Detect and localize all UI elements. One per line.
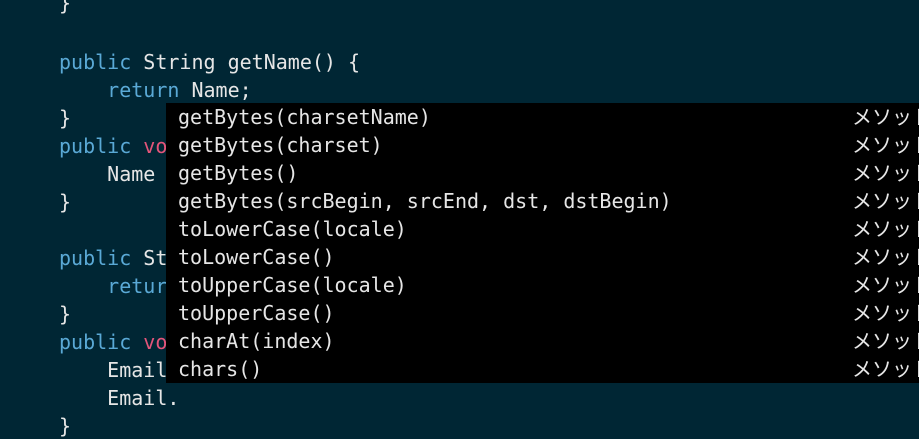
keyword-token: return (107, 78, 180, 102)
code-token: String getName() { (131, 50, 361, 74)
code-line[interactable]: public vo (59, 132, 167, 160)
completion-item-kind: メソッド (852, 357, 919, 381)
keyword-token: public (59, 50, 132, 74)
code-token: } (59, 302, 72, 326)
code-line[interactable]: public vo (59, 328, 167, 356)
autocomplete-popup: getBytes(charsetName)メソッドgetBytes(charse… (166, 103, 919, 383)
keyword-token: public (59, 246, 132, 270)
completion-item[interactable]: getBytes(charsetName) メソッド (166, 103, 919, 131)
code-line[interactable]: Name (59, 160, 155, 188)
completion-item[interactable]: getBytes(srcBegin, srcEnd, dst, dstBegin… (166, 187, 919, 215)
code-token: St (131, 246, 168, 270)
completion-item[interactable]: chars() メソッド (166, 355, 919, 383)
completion-item-kind: メソッド (852, 329, 919, 353)
completion-item-label: chars() (178, 357, 263, 381)
code-token: Email (107, 358, 168, 382)
completion-item-label: getBytes() (178, 161, 299, 185)
keyword-token: public (59, 134, 132, 158)
keyword-token: retur (107, 274, 168, 298)
completion-item-kind: メソッド (852, 301, 919, 325)
code-token: } (59, 0, 72, 15)
keyword-token: vo (143, 134, 168, 158)
code-line[interactable]: } (59, 188, 71, 216)
completion-item-kind: メソッド (852, 161, 919, 185)
code-token: Name; (179, 78, 252, 102)
completion-item-label: toLowerCase() (178, 245, 335, 269)
completion-item-label: toLowerCase(locale) (178, 217, 407, 241)
completion-item-kind: メソッド (852, 217, 919, 241)
completion-item[interactable]: toLowerCase(locale) メソッド (166, 215, 919, 243)
code-token: } (59, 106, 72, 130)
code-line[interactable]: public St (59, 244, 167, 272)
completion-item[interactable]: charAt(index) メソッド (166, 327, 919, 355)
completion-item[interactable]: getBytes() メソッド (166, 159, 919, 187)
completion-item-label: toUpperCase() (178, 301, 335, 325)
code-line[interactable]: } (59, 0, 71, 17)
completion-item-kind: メソッド (852, 133, 919, 157)
code-token: Name (107, 162, 156, 186)
completion-item-label: getBytes(charsetName) (178, 105, 431, 129)
keyword-token: public (59, 330, 132, 354)
completion-item-label: getBytes(charset) (178, 133, 383, 157)
completion-item-kind: メソッド (852, 189, 919, 213)
code-line[interactable]: Email (59, 356, 167, 384)
code-line[interactable]: retur (59, 272, 167, 300)
completion-item-kind: メソッド (852, 273, 919, 297)
code-token: } (59, 414, 72, 438)
code-line[interactable]: Email. (59, 384, 179, 412)
code-line[interactable]: return Name; (59, 76, 252, 104)
code-token: } (59, 190, 72, 214)
completion-item[interactable]: getBytes(charset) メソッド (166, 131, 919, 159)
completion-item-kind: メソッド (852, 245, 919, 269)
completion-item[interactable]: toLowerCase() メソッド (166, 243, 919, 271)
completion-item[interactable]: toUpperCase(locale) メソッド (166, 271, 919, 299)
completion-item-label: charAt(index) (178, 329, 335, 353)
code-line[interactable]: } (59, 412, 71, 439)
completion-item[interactable]: toUpperCase() メソッド (166, 299, 919, 327)
completion-item-kind: メソッド (852, 105, 919, 129)
completion-item-label: toUpperCase(locale) (178, 273, 407, 297)
code-line[interactable]: } (59, 300, 71, 328)
code-token: Email. (107, 386, 180, 410)
completion-item-label: getBytes(srcBegin, srcEnd, dst, dstBegin… (178, 189, 672, 213)
code-line[interactable]: } (59, 104, 71, 132)
keyword-token: vo (143, 330, 168, 354)
code-line[interactable]: public String getName() { (59, 48, 360, 76)
